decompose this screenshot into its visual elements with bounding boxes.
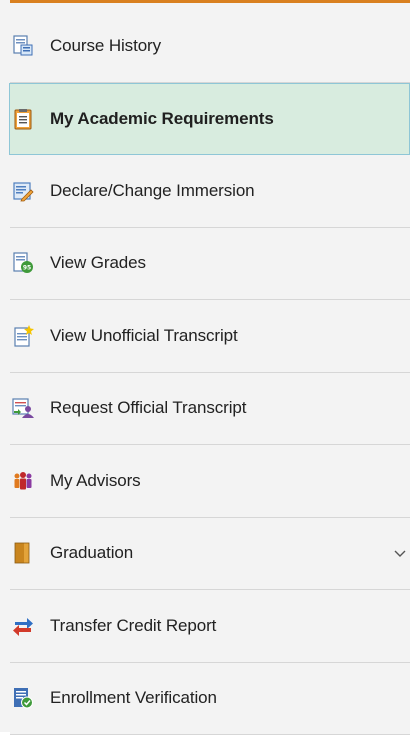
declare-change-icon (12, 180, 34, 202)
enrollment-verification-icon (12, 687, 34, 709)
sidebar-item-my-advisors[interactable]: My Advisors (10, 445, 410, 518)
sidebar-item-label: Course History (50, 36, 161, 56)
accent-line (10, 0, 410, 3)
chevron-down-icon[interactable] (392, 545, 408, 561)
sidebar-item-request-official-transcript[interactable]: Request Official Transcript (10, 373, 410, 446)
sidebar-item-course-history[interactable]: Course History (10, 10, 410, 83)
sidebar-item-declare-change-immersion[interactable]: Declare/Change Immersion (10, 155, 410, 228)
sidebar-item-view-unofficial-transcript[interactable]: View Unofficial Transcript (10, 300, 410, 373)
sidebar-item-view-grades[interactable]: 95 View Grades (10, 228, 410, 301)
graduation-folder-icon (12, 542, 34, 564)
sidebar-item-label: Request Official Transcript (50, 398, 246, 418)
transfer-arrows-icon (12, 615, 34, 637)
sidebar-item-graduation[interactable]: Graduation (10, 518, 410, 591)
sidebar-item-label: Graduation (50, 543, 133, 563)
sidebar-item-label: Enrollment Verification (50, 688, 217, 708)
sidebar-item-academic-requirements[interactable]: My Academic Requirements (9, 83, 410, 156)
sidebar-item-label: View Unofficial Transcript (50, 326, 238, 346)
sidebar-item-enrollment-verification[interactable]: Enrollment Verification (10, 663, 410, 735)
sidebar-item-label: View Grades (50, 253, 146, 273)
course-history-icon (12, 35, 34, 57)
sidebar-nav: Course History My Academic Requirements (0, 10, 410, 732)
sidebar-item-label: My Advisors (50, 471, 141, 491)
unofficial-transcript-icon (12, 325, 34, 347)
official-transcript-icon (12, 397, 34, 419)
view-grades-icon: 95 (12, 252, 34, 274)
sidebar-item-label: Declare/Change Immersion (50, 181, 255, 201)
sidebar-item-label: Transfer Credit Report (50, 616, 216, 636)
top-accent-bar (0, 0, 410, 10)
svg-text:95: 95 (23, 265, 31, 272)
academic-requirements-icon (12, 108, 34, 130)
advisors-icon (12, 470, 34, 492)
sidebar-item-label: My Academic Requirements (50, 109, 274, 129)
sidebar-item-transfer-credit-report[interactable]: Transfer Credit Report (10, 590, 410, 663)
